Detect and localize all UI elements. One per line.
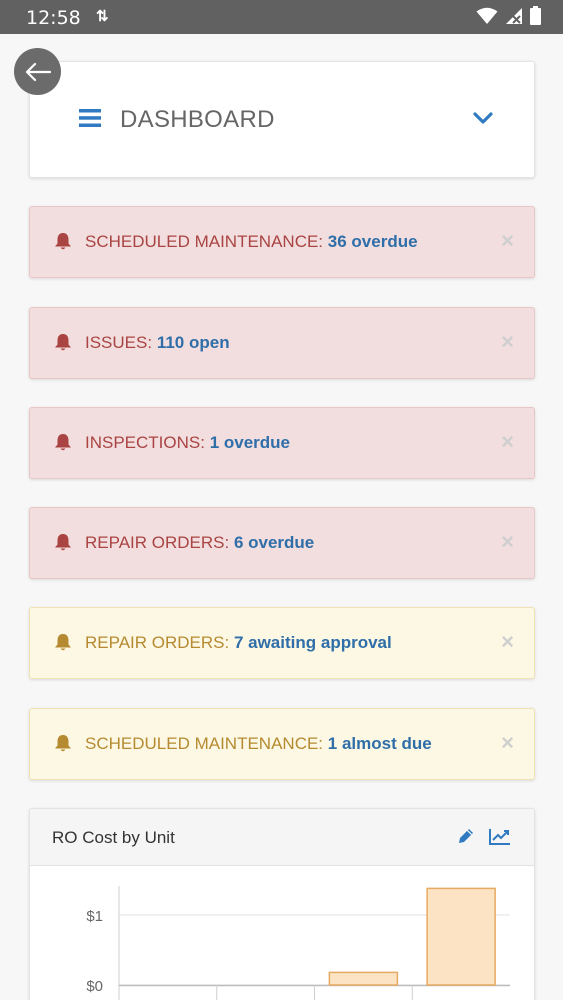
alert-label: SCHEDULED MAINTENANCE: bbox=[85, 232, 324, 251]
bell-icon bbox=[55, 735, 71, 752]
danger-alert[interactable]: SCHEDULED MAINTENANCE: 36 overdue × bbox=[29, 206, 535, 278]
bell-icon bbox=[55, 534, 71, 551]
alert-label: INSPECTIONS: bbox=[85, 433, 205, 452]
arrow-left-icon bbox=[25, 62, 51, 81]
alert-message: SCHEDULED MAINTENANCE: 1 almost due bbox=[85, 734, 432, 754]
alert-message: REPAIR ORDERS: 7 awaiting approval bbox=[85, 633, 392, 653]
bar bbox=[426, 887, 496, 986]
alert-label: ISSUES: bbox=[85, 333, 153, 352]
close-icon[interactable]: × bbox=[501, 730, 514, 756]
wifi-icon bbox=[476, 7, 498, 24]
status-bar: 12:58 ⇅ bbox=[0, 0, 563, 34]
page-title: DASHBOARD bbox=[120, 106, 275, 133]
signal-icon bbox=[506, 7, 522, 24]
system-icons bbox=[476, 6, 541, 25]
danger-alert[interactable]: INSPECTIONS: 1 overdue × bbox=[29, 407, 535, 479]
danger-alert[interactable]: REPAIR ORDERS: 6 overdue × bbox=[29, 507, 535, 579]
alert-message: INSPECTIONS: 1 overdue bbox=[85, 433, 290, 453]
bell-icon bbox=[55, 634, 71, 651]
close-icon[interactable]: × bbox=[501, 529, 514, 555]
chart-title: RO Cost by Unit bbox=[52, 828, 175, 847]
alert-message: REPAIR ORDERS: 6 overdue bbox=[85, 533, 314, 553]
line-chart-icon[interactable] bbox=[489, 828, 511, 845]
bar-chart: $0$1uAuAuAuA bbox=[86, 886, 510, 1000]
warning-alert[interactable]: REPAIR ORDERS: 7 awaiting approval × bbox=[29, 607, 535, 679]
alert-value-link[interactable]: 1 almost due bbox=[328, 734, 432, 753]
alert-label: REPAIR ORDERS: bbox=[85, 533, 230, 552]
alert-label: SCHEDULED MAINTENANCE: bbox=[85, 734, 324, 753]
hamburger-menu-icon[interactable] bbox=[79, 109, 101, 127]
bell-icon bbox=[55, 434, 71, 451]
alert-value-link[interactable]: 6 overdue bbox=[234, 533, 314, 552]
chart-card-header: RO Cost by Unit bbox=[30, 809, 534, 866]
alert-value-link[interactable]: 36 overdue bbox=[328, 232, 418, 251]
data-sync-icon: ⇅ bbox=[96, 8, 109, 25]
alert-value-link[interactable]: 110 open bbox=[157, 333, 230, 352]
close-icon[interactable]: × bbox=[501, 329, 514, 355]
bar bbox=[328, 971, 399, 986]
close-icon[interactable]: × bbox=[501, 228, 514, 254]
warning-alert[interactable]: SCHEDULED MAINTENANCE: 1 almost due × bbox=[29, 708, 535, 780]
danger-alert[interactable]: ISSUES: 110 open × bbox=[29, 307, 535, 379]
back-button[interactable] bbox=[14, 48, 61, 95]
alert-value-link[interactable]: 7 awaiting approval bbox=[234, 633, 392, 652]
bell-icon bbox=[55, 334, 71, 351]
dashboard-header-card[interactable]: DASHBOARD bbox=[29, 61, 535, 178]
ro-cost-chart-card: RO Cost by Unit $0$1uAuAuAuA bbox=[29, 808, 535, 1000]
alert-message: ISSUES: 110 open bbox=[85, 333, 230, 353]
status-time: 12:58 bbox=[26, 7, 81, 29]
alert-message: SCHEDULED MAINTENANCE: 36 overdue bbox=[85, 232, 418, 252]
close-icon[interactable]: × bbox=[501, 629, 514, 655]
bell-icon bbox=[55, 233, 71, 250]
y-tick-label: $0 bbox=[86, 978, 103, 995]
pencil-icon[interactable] bbox=[457, 827, 475, 845]
close-icon[interactable]: × bbox=[501, 429, 514, 455]
y-tick-label: $1 bbox=[86, 908, 103, 925]
alert-value-link[interactable]: 1 overdue bbox=[210, 433, 290, 452]
alert-label: REPAIR ORDERS: bbox=[85, 633, 230, 652]
chevron-down-icon[interactable] bbox=[473, 112, 493, 126]
battery-icon bbox=[530, 6, 541, 25]
